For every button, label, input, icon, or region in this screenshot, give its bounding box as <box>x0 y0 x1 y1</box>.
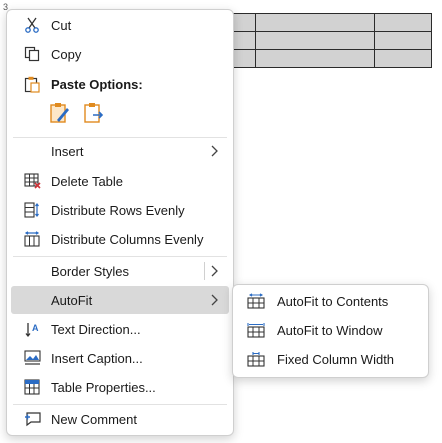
delete-table-menu-item[interactable]: Delete Table <box>11 167 229 195</box>
menu-item-label: Paste Options: <box>51 76 143 92</box>
context-menu: Cut Copy Paste Options: Insert Delete Ta… <box>6 9 234 436</box>
menu-item-label: Delete Table <box>51 173 124 189</box>
new-comment-icon <box>21 408 43 430</box>
keep-text-only-icon[interactable] <box>81 100 107 126</box>
submenu-item-label: AutoFit to Window <box>277 322 383 338</box>
fixed-column-width-icon <box>245 348 267 370</box>
table-properties-icon <box>21 376 43 398</box>
text-direction-menu-item[interactable]: A Text Direction... <box>11 315 229 343</box>
menu-item-label: Text Direction... <box>51 321 141 337</box>
new-comment-menu-item[interactable]: New Comment <box>11 405 229 433</box>
menu-item-label: Cut <box>51 17 72 33</box>
table-cell[interactable] <box>255 13 375 32</box>
menu-item-label: Table Properties... <box>51 379 156 395</box>
table-cell[interactable] <box>374 49 432 68</box>
autofit-window-icon <box>245 319 267 341</box>
paste-options-heading: Paste Options: <box>11 70 229 98</box>
menu-item-label: Insert <box>51 143 84 159</box>
distribute-rows-menu-item[interactable]: Distribute Rows Evenly <box>11 196 229 224</box>
delete-table-icon <box>21 170 43 192</box>
table-cell[interactable] <box>255 31 375 50</box>
menu-item-label: Copy <box>51 46 82 62</box>
paste-options-row <box>47 100 107 126</box>
insert-caption-menu-item[interactable]: Insert Caption... <box>11 344 229 372</box>
chevron-right-icon[interactable] <box>207 263 221 279</box>
menu-item-label: Distribute Rows Evenly <box>51 202 185 218</box>
keep-source-formatting-icon[interactable] <box>47 100 73 126</box>
copy-menu-item[interactable]: Copy <box>11 40 229 68</box>
table-cell[interactable] <box>374 31 432 50</box>
autofit-submenu: AutoFit to Contents AutoFit to Window Fi… <box>232 284 429 378</box>
copy-icon <box>21 43 43 65</box>
insert-caption-icon <box>21 347 43 369</box>
border-styles-menu-item[interactable]: Border Styles <box>11 257 229 285</box>
menu-item-label: Insert Caption... <box>51 350 143 366</box>
chevron-right-icon <box>211 294 218 306</box>
chevron-right-icon <box>211 145 218 157</box>
svg-text:A: A <box>32 323 39 333</box>
text-direction-icon: A <box>21 318 43 340</box>
table-properties-menu-item[interactable]: Table Properties... <box>11 373 229 401</box>
autofit-to-window-item[interactable]: AutoFit to Window <box>237 316 423 344</box>
menu-item-label: Border Styles <box>51 263 130 279</box>
distribute-rows-icon <box>21 199 43 221</box>
cut-menu-item[interactable]: Cut <box>11 11 229 39</box>
paste-icon <box>21 73 43 95</box>
distribute-columns-menu-item[interactable]: Distribute Columns Evenly <box>11 225 229 253</box>
autofit-menu-item[interactable]: AutoFit <box>11 286 229 314</box>
menu-item-label: AutoFit <box>51 292 93 308</box>
scissors-icon <box>21 14 43 36</box>
document-table[interactable] <box>224 13 432 68</box>
table-cell[interactable] <box>255 49 375 68</box>
autofit-contents-icon <box>245 290 267 312</box>
insert-menu-item[interactable]: Insert <box>11 137 229 165</box>
menu-item-label: New Comment <box>51 411 137 427</box>
submenu-item-label: AutoFit to Contents <box>277 293 389 309</box>
menu-item-label: Distribute Columns Evenly <box>51 231 204 247</box>
submenu-item-label: Fixed Column Width <box>277 351 395 367</box>
distribute-columns-icon <box>21 228 43 250</box>
autofit-to-contents-item[interactable]: AutoFit to Contents <box>237 287 423 315</box>
fixed-column-width-item[interactable]: Fixed Column Width <box>237 345 423 373</box>
table-cell[interactable] <box>374 13 432 32</box>
split-button-divider <box>204 262 205 280</box>
